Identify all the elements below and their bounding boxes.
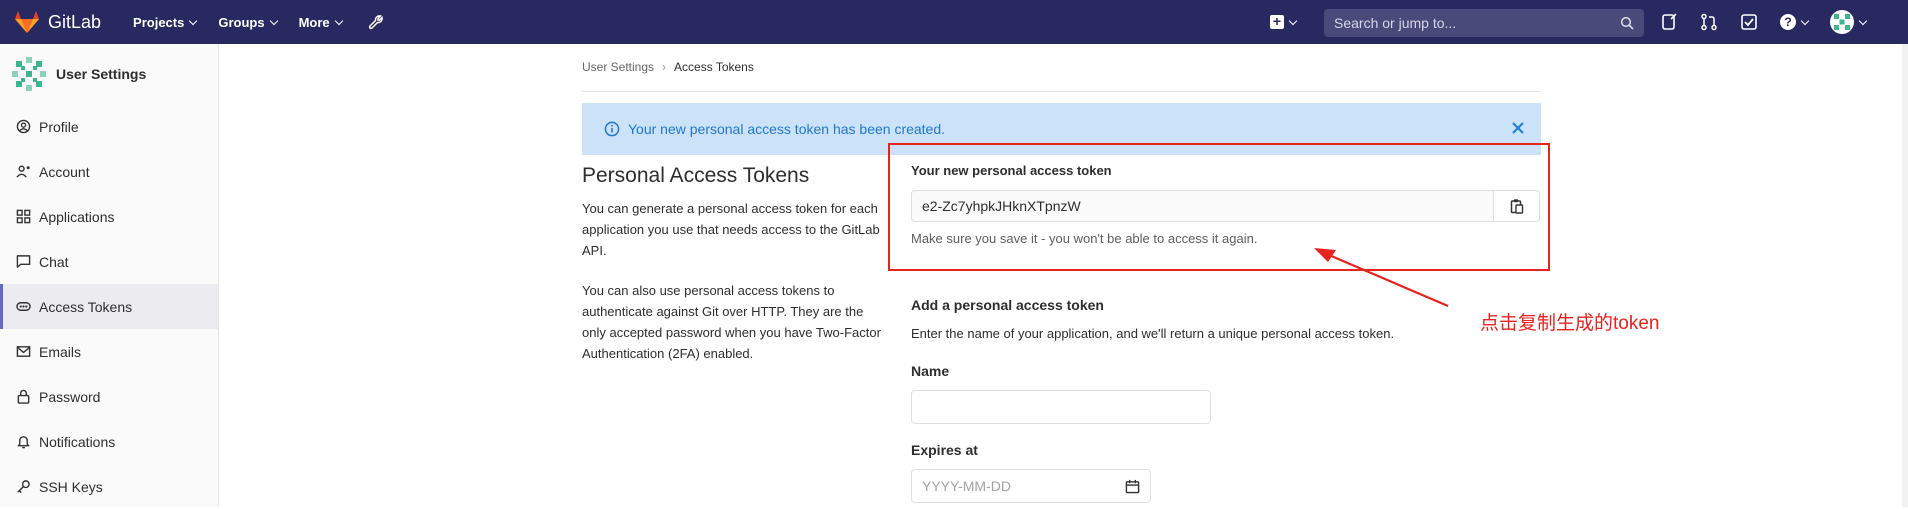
nav-projects-dropdown[interactable]: Projects (133, 14, 198, 30)
info-icon (604, 121, 620, 137)
profile-icon (15, 119, 31, 135)
account-icon (15, 164, 31, 180)
sidebar-item-access-tokens[interactable]: Access Tokens (0, 284, 218, 329)
token-icon (15, 299, 31, 315)
chevron-right-icon: › (662, 60, 667, 74)
search-icon (1620, 16, 1634, 30)
search-input[interactable]: Search or jump to... (1324, 9, 1644, 37)
chevron-down-icon (1800, 16, 1810, 25)
gitlab-home-link[interactable]: GitLab (14, 10, 101, 34)
help-dropdown[interactable]: ? (1780, 14, 1810, 30)
sidebar-item-applications[interactable]: Applications (0, 194, 218, 239)
chevron-down-icon (334, 16, 343, 25)
user-avatar-icon (12, 57, 46, 91)
breadcrumb: User Settings › Access Tokens (582, 60, 754, 74)
user-menu-dropdown[interactable] (1830, 10, 1868, 34)
nav-groups-label: Groups (218, 14, 265, 30)
chevron-down-icon (269, 16, 278, 25)
wrench-icon (368, 15, 383, 30)
breadcrumb-divider (582, 91, 1541, 92)
lock-icon (15, 389, 31, 405)
sidebar-item-label: SSH Keys (39, 478, 103, 495)
nav-groups-dropdown[interactable]: Groups (218, 14, 278, 30)
sidebar-item-label: Chat (39, 253, 69, 270)
sidebar-item-ssh-keys[interactable]: SSH Keys (0, 464, 218, 509)
sidebar-header[interactable]: User Settings (0, 44, 218, 104)
key-icon (15, 479, 31, 495)
bell-icon (15, 434, 31, 450)
sidebar-item-chat[interactable]: Chat (0, 239, 218, 284)
mail-icon (15, 344, 31, 360)
sidebar-item-password[interactable]: Password (0, 374, 218, 419)
page-description-1: You can generate a personal access token… (582, 201, 880, 258)
sidebar-item-label: Notifications (39, 433, 116, 450)
breadcrumb-access-tokens[interactable]: Access Tokens (674, 60, 754, 74)
admin-area-link[interactable] (364, 14, 384, 30)
expires-label: Expires at (911, 442, 978, 458)
sidebar-item-emails[interactable]: Emails (0, 329, 218, 374)
alert-message: Your new personal access token has been … (628, 121, 946, 137)
nav-menu: Projects Groups More (133, 14, 406, 30)
navbar-shortcuts: ? (1660, 0, 1868, 44)
issues-icon[interactable] (1660, 13, 1678, 31)
gitlab-logo-icon (15, 11, 39, 33)
chevron-down-icon (1858, 16, 1868, 25)
chat-icon (15, 254, 31, 270)
top-navbar: GitLab Projects Groups More + Search or … (0, 0, 1908, 44)
nav-more-label: More (298, 14, 330, 30)
sidebar-item-account[interactable]: Account (0, 149, 218, 194)
avatar (1830, 10, 1854, 34)
close-icon[interactable] (1511, 121, 1525, 135)
sidebar-item-label: Account (39, 163, 90, 180)
plus-square-icon: + (1270, 14, 1284, 29)
sidebar-item-label: Password (39, 388, 101, 405)
add-token-title: Add a personal access token (911, 297, 1104, 313)
page-title: Personal Access Tokens (582, 164, 810, 187)
sidebar-title: User Settings (56, 66, 147, 82)
page-description-2: You can also use personal access tokens … (582, 283, 881, 361)
applications-icon (15, 209, 31, 225)
add-token-description: Enter the name of your application, and … (911, 326, 1395, 341)
breadcrumb-user-settings[interactable]: User Settings (582, 60, 654, 74)
sidebar-item-label: Profile (39, 118, 79, 135)
name-input[interactable] (911, 390, 1211, 424)
sidebar-item-profile[interactable]: Profile (0, 104, 218, 149)
search-placeholder: Search or jump to... (1334, 15, 1457, 31)
merge-requests-icon[interactable] (1700, 13, 1718, 31)
question-icon: ? (1780, 14, 1796, 30)
sidebar-item-label: Access Tokens (39, 298, 133, 315)
annotation-arrow (1314, 248, 1449, 308)
name-label: Name (911, 363, 950, 379)
nav-projects-label: Projects (133, 14, 185, 30)
todos-icon[interactable] (1740, 13, 1758, 31)
expires-at-input[interactable]: YYYY-MM-DD (911, 469, 1151, 503)
annotation-text: 点击复制生成的token (1480, 313, 1660, 334)
calendar-icon[interactable] (1125, 479, 1140, 494)
nav-more-dropdown[interactable]: More (298, 14, 343, 30)
chevron-down-icon (1288, 16, 1298, 25)
brand-name: GitLab (48, 11, 102, 32)
chevron-down-icon (189, 16, 198, 25)
sidebar-item-label: Applications (39, 208, 115, 225)
new-item-dropdown[interactable]: + (1270, 0, 1298, 44)
vertical-scrollbar[interactable] (1902, 44, 1908, 507)
sidebar-item-label: Emails (39, 343, 82, 360)
expires-placeholder: YYYY-MM-DD (922, 478, 1011, 494)
settings-sidebar: User Settings Profile Account Applicatio… (0, 44, 219, 507)
sidebar-item-notifications[interactable]: Notifications (0, 419, 218, 464)
